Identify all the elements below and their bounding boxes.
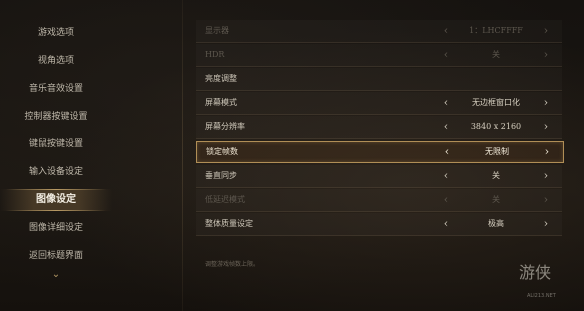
setting-value: 无边框窗口化 — [472, 98, 520, 107]
arrow-right-icon[interactable]: › — [540, 213, 552, 235]
setting-label: 锁定帧数 — [206, 147, 238, 156]
sidebar-item-graphics-settings[interactable]: 图像设定 — [0, 189, 112, 211]
arrow-left-icon[interactable]: ‹ — [440, 189, 452, 211]
arrow-left-icon[interactable]: ‹ — [440, 213, 452, 235]
arrow-left-icon[interactable]: ‹ — [440, 165, 452, 187]
arrow-right-icon[interactable]: › — [540, 165, 552, 187]
arrow-left-icon[interactable]: ‹ — [441, 142, 453, 162]
setting-row-vsync[interactable]: 垂直同步 ‹ 关 › — [196, 165, 562, 188]
setting-value: 关 — [492, 50, 500, 59]
setting-row-overall-quality[interactable]: 整体质量设定 ‹ 极高 › — [196, 213, 562, 236]
sidebar-item-controller-bindings[interactable]: 控制器按键设置 — [0, 106, 112, 128]
arrow-left-icon[interactable]: ‹ — [440, 44, 452, 66]
setting-value: 关 — [492, 195, 500, 204]
sidebar-menu: 游戏选项 视角选项 音乐音效设置 控制器按键设置 键鼠按键设置 输入设备设定 图… — [0, 0, 112, 311]
setting-label: 屏幕分辨率 — [205, 122, 245, 131]
setting-row-screen-mode[interactable]: 屏幕模式 ‹ 无边框窗口化 › — [196, 92, 562, 115]
setting-label: HDR — [205, 50, 225, 59]
sidebar-item-audio-settings[interactable]: 音乐音效设置 — [0, 78, 112, 100]
sidebar-item-keyboard-bindings[interactable]: 键鼠按键设置 — [0, 133, 112, 155]
arrow-right-icon[interactable]: › — [541, 142, 553, 162]
arrow-right-icon[interactable]: › — [540, 189, 552, 211]
sidebar-item-graphics-detail[interactable]: 图像详细设定 — [0, 217, 112, 239]
sidebar-item-return-title[interactable]: 返回标题界面 — [0, 245, 112, 267]
setting-label: 屏幕模式 — [205, 98, 237, 107]
arrow-right-icon[interactable]: › — [540, 92, 552, 114]
setting-row-display[interactable]: 显示器 ‹ 1：LHCFFFF › — [196, 20, 562, 43]
setting-row-resolution[interactable]: 屏幕分辨率 ‹ 3840 x 2160 › — [196, 116, 562, 139]
setting-label: 显示器 — [205, 26, 229, 35]
sidebar-item-camera-options[interactable]: 视角选项 — [0, 50, 112, 72]
setting-value: 1：LHCFFFF — [469, 26, 523, 35]
chevron-down-icon[interactable]: ⌄ — [50, 270, 62, 280]
setting-label: 低延迟模式 — [205, 195, 245, 204]
arrow-right-icon[interactable]: › — [540, 44, 552, 66]
setting-row-hdr[interactable]: HDR ‹ 关 › — [196, 44, 562, 67]
setting-label: 亮度调整 — [205, 74, 237, 83]
setting-value: 关 — [492, 171, 500, 180]
setting-row-frame-limit[interactable]: 锁定帧数 ‹ 无限制 › — [196, 141, 564, 163]
arrow-left-icon[interactable]: ‹ — [440, 116, 452, 138]
setting-label: 垂直同步 — [205, 171, 237, 180]
arrow-right-icon[interactable]: › — [540, 20, 552, 42]
setting-value: 3840 x 2160 — [470, 122, 522, 131]
setting-label: 整体质量设定 — [205, 219, 253, 228]
arrow-left-icon[interactable]: ‹ — [440, 20, 452, 42]
setting-value: 极高 — [488, 219, 504, 228]
sidebar-item-game-options[interactable]: 游戏选项 — [0, 22, 112, 44]
setting-row-low-latency[interactable]: 低延迟模式 ‹ 关 › — [196, 189, 562, 212]
setting-hint: 调整游戏帧数上限。 — [205, 261, 260, 268]
arrow-left-icon[interactable]: ‹ — [440, 92, 452, 114]
sidebar-item-input-device[interactable]: 输入设备设定 — [0, 161, 112, 183]
watermark-subtext: ALI213.NET — [527, 293, 556, 299]
divider — [182, 0, 183, 311]
setting-value: 无限制 — [485, 147, 509, 156]
setting-row-brightness[interactable]: 亮度调整 — [196, 68, 562, 91]
arrow-right-icon[interactable]: › — [540, 116, 552, 138]
